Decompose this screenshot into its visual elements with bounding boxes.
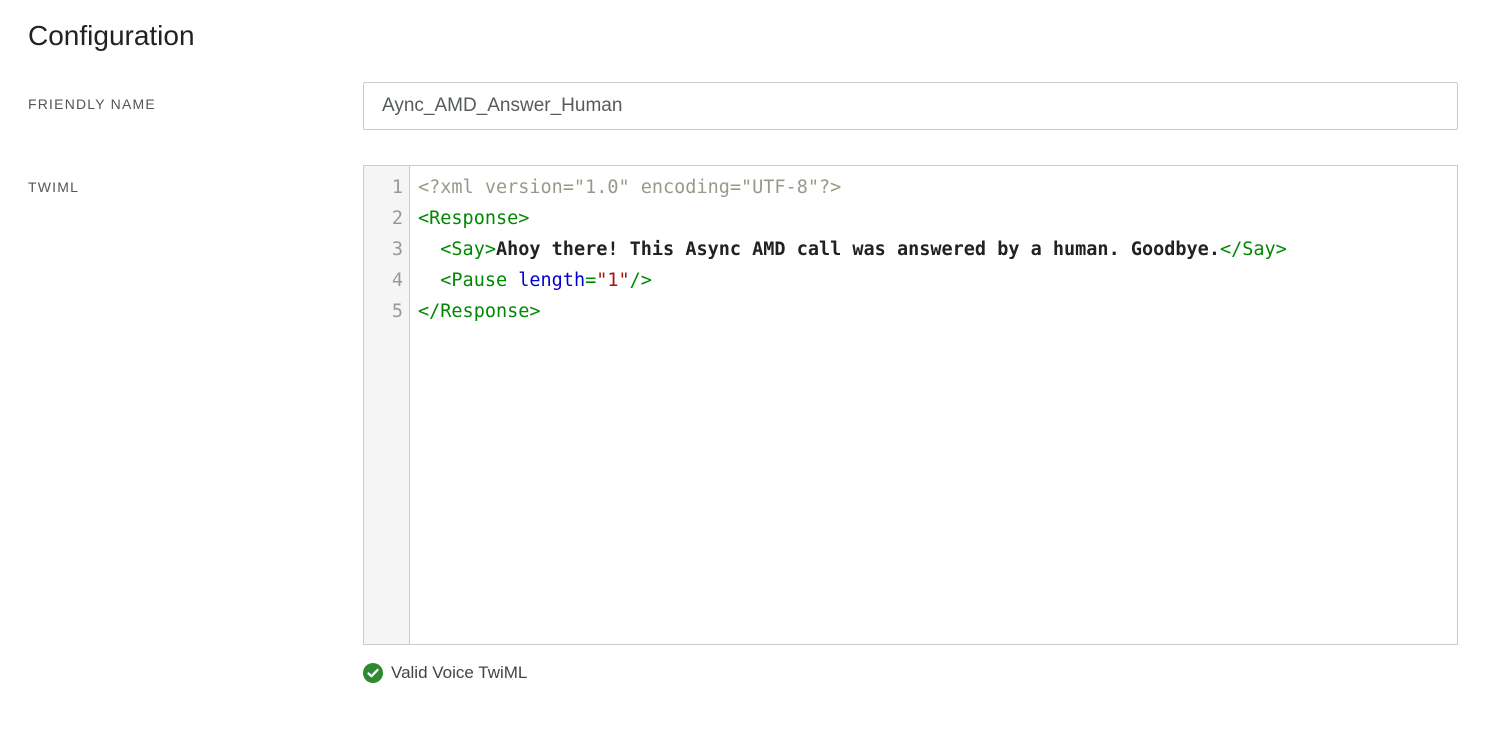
line-number: 5 bbox=[364, 296, 409, 327]
line-number: 2 bbox=[364, 203, 409, 234]
check-circle-icon bbox=[363, 663, 383, 683]
line-number: 3 bbox=[364, 234, 409, 265]
friendly-name-input[interactable] bbox=[363, 82, 1458, 130]
line-number: 1 bbox=[364, 172, 409, 203]
code-line: </Response> bbox=[418, 296, 1449, 327]
page-title: Configuration bbox=[28, 20, 1458, 52]
friendly-name-label: FRIENDLY NAME bbox=[28, 82, 363, 112]
friendly-name-content bbox=[363, 82, 1458, 130]
code-gutter: 12345 bbox=[364, 166, 410, 644]
twiml-validation-status: Valid Voice TwiML bbox=[363, 663, 1458, 683]
twiml-row: TWIML 12345 <?xml version="1.0" encoding… bbox=[28, 165, 1458, 683]
code-line: <?xml version="1.0" encoding="UTF-8"?> bbox=[418, 172, 1449, 203]
twiml-code-editor[interactable]: 12345 <?xml version="1.0" encoding="UTF-… bbox=[363, 165, 1458, 645]
code-line: <Response> bbox=[418, 203, 1449, 234]
twiml-content: 12345 <?xml version="1.0" encoding="UTF-… bbox=[363, 165, 1458, 683]
validation-text: Valid Voice TwiML bbox=[391, 663, 527, 683]
code-area[interactable]: <?xml version="1.0" encoding="UTF-8"?><R… bbox=[410, 166, 1457, 644]
friendly-name-row: FRIENDLY NAME bbox=[28, 82, 1458, 130]
line-number: 4 bbox=[364, 265, 409, 296]
code-line: <Pause length="1"/> bbox=[418, 265, 1449, 296]
twiml-label: TWIML bbox=[28, 165, 363, 195]
code-line: <Say>Ahoy there! This Async AMD call was… bbox=[418, 234, 1449, 265]
